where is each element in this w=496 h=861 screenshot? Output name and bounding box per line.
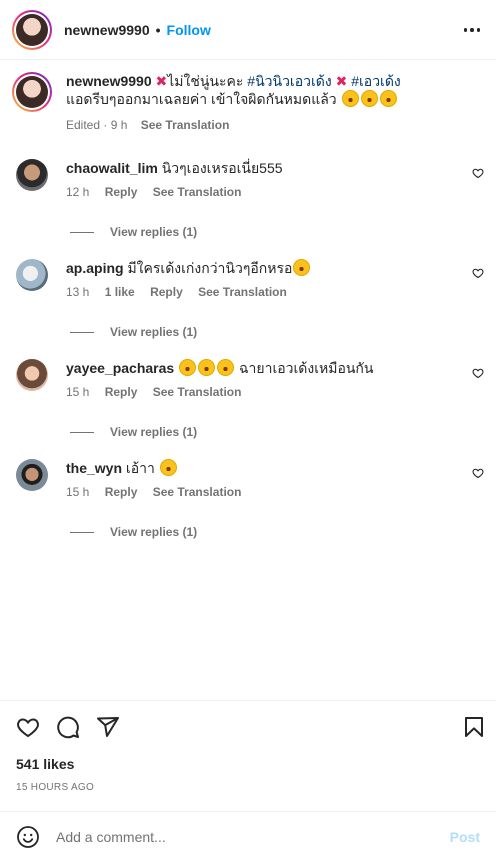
post-header: newnew9990 • Follow bbox=[0, 0, 496, 60]
view-replies-button[interactable]: View replies (1) bbox=[70, 425, 488, 439]
view-replies-button[interactable]: View replies (1) bbox=[70, 225, 488, 239]
rofl-emoji-icon bbox=[360, 90, 378, 107]
more-options-icon[interactable] bbox=[462, 20, 482, 40]
caption-edited: Edited · 9 h bbox=[66, 118, 128, 132]
like-heart-icon[interactable] bbox=[16, 715, 40, 739]
see-translation-link[interactable]: See Translation bbox=[153, 385, 242, 399]
like-heart-icon[interactable] bbox=[472, 267, 484, 279]
rofl-emoji-icon bbox=[379, 90, 397, 107]
comment-time: 12 h bbox=[66, 185, 90, 199]
comment-text: มีใครเด้งเก่งกว่านิวๆอีกหรอ bbox=[127, 260, 293, 276]
laughing-emoji-icon bbox=[217, 359, 235, 376]
comment-time: 15 h bbox=[66, 485, 90, 499]
comment-time: 13 h bbox=[66, 285, 90, 299]
separator-dot: • bbox=[155, 21, 161, 38]
comment-username[interactable]: ap.aping bbox=[66, 260, 124, 276]
comment-item: chaowalit_lim นิวๆเองเหรอเนี่ย555 12 h R… bbox=[16, 159, 488, 239]
view-replies-label: View replies (1) bbox=[110, 525, 198, 539]
avatar[interactable] bbox=[16, 459, 48, 491]
post-button[interactable]: Post bbox=[450, 829, 480, 845]
avatar[interactable] bbox=[16, 159, 48, 191]
rofl-emoji-icon bbox=[293, 259, 311, 276]
caption-avatar bbox=[16, 76, 48, 108]
laughing-emoji-icon bbox=[159, 459, 177, 476]
like-heart-icon[interactable] bbox=[472, 467, 484, 479]
comment-item: ap.aping มีใครเด้งเก่งกว่านิวๆอีกหรอ 13 … bbox=[16, 259, 488, 339]
likes-count[interactable]: 1 like bbox=[105, 285, 135, 299]
hashtag-link[interactable]: #เอวเด้ง bbox=[351, 73, 401, 89]
see-translation-link[interactable]: See Translation bbox=[153, 485, 242, 499]
laughing-emoji-icon bbox=[179, 359, 197, 376]
laughing-emoji-icon bbox=[198, 359, 216, 376]
see-translation-link[interactable]: See Translation bbox=[153, 185, 242, 199]
view-replies-button[interactable]: View replies (1) bbox=[70, 525, 488, 539]
avatar[interactable] bbox=[16, 259, 48, 291]
replies-divider-line bbox=[70, 431, 94, 433]
share-paper-plane-icon[interactable] bbox=[96, 715, 120, 739]
reply-button[interactable]: Reply bbox=[105, 185, 138, 199]
save-bookmark-icon[interactable] bbox=[462, 715, 486, 739]
comment-text: เอ้าา bbox=[125, 460, 155, 476]
like-heart-icon[interactable] bbox=[472, 367, 484, 379]
comment-username[interactable]: chaowalit_lim bbox=[66, 160, 158, 176]
comment-item: yayee_pacharas ฉายาเอวเด้งเหมือนกัน 15 h… bbox=[16, 359, 488, 439]
view-replies-label: View replies (1) bbox=[110, 425, 198, 439]
replies-divider-line bbox=[70, 531, 94, 533]
cross-mark-icon: ✖ bbox=[155, 73, 168, 89]
comment-item: the_wyn เอ้าา 15 h Reply See Translation… bbox=[16, 459, 488, 539]
post-timestamp: 15 HOURS AGO bbox=[16, 782, 95, 793]
story-ring[interactable] bbox=[12, 9, 52, 50]
replies-divider-line bbox=[70, 331, 94, 333]
view-replies-button[interactable]: View replies (1) bbox=[70, 325, 488, 339]
comment-bubble-icon[interactable] bbox=[56, 715, 80, 739]
replies-divider-line bbox=[70, 231, 94, 233]
emoji-smiley-icon[interactable] bbox=[16, 825, 40, 849]
add-comment-bar: Post bbox=[0, 812, 496, 861]
comment-input[interactable] bbox=[56, 828, 450, 845]
see-translation-link[interactable]: See Translation bbox=[141, 118, 230, 132]
rofl-emoji-icon bbox=[341, 90, 359, 107]
reply-button[interactable]: Reply bbox=[150, 285, 183, 299]
post-caption: newnew9990 ✖ไม่ใช่นู่นะคะ #นิวนิวเอวเด้ง… bbox=[12, 72, 484, 134]
see-translation-link[interactable]: See Translation bbox=[198, 285, 287, 299]
hashtag-link[interactable]: #นิวนิวเอวเด้ง bbox=[247, 73, 331, 89]
view-replies-label: View replies (1) bbox=[110, 325, 198, 339]
caption-text: ไม่ใช่นู่นะคะ bbox=[167, 73, 244, 89]
caption-username[interactable]: newnew9990 bbox=[66, 73, 152, 89]
cross-mark-icon: ✖ bbox=[335, 73, 348, 89]
like-heart-icon[interactable] bbox=[472, 167, 484, 179]
comment-text: นิวๆเองเหรอเนี่ย555 bbox=[161, 160, 283, 176]
reply-button[interactable]: Reply bbox=[105, 385, 138, 399]
comment-text: ฉายาเอวเด้งเหมือนกัน bbox=[238, 360, 374, 376]
likes-count[interactable]: 541 likes bbox=[16, 756, 74, 772]
comment-username[interactable]: the_wyn bbox=[66, 460, 122, 476]
follow-button[interactable]: Follow bbox=[167, 22, 211, 38]
avatar bbox=[16, 13, 48, 46]
caption-line2: แอดรีบๆออกมาเฉลยค่า เข้าใจผิดกันหมดแล้ว bbox=[66, 91, 337, 107]
avatar[interactable] bbox=[16, 359, 48, 391]
comment-username[interactable]: yayee_pacharas bbox=[66, 360, 174, 376]
reply-button[interactable]: Reply bbox=[105, 485, 138, 499]
caption-story-ring[interactable] bbox=[12, 72, 52, 112]
action-bar bbox=[16, 715, 486, 741]
section-divider bbox=[0, 700, 496, 701]
view-replies-label: View replies (1) bbox=[110, 225, 198, 239]
comment-time: 15 h bbox=[66, 385, 90, 399]
header-username[interactable]: newnew9990 bbox=[64, 22, 150, 38]
